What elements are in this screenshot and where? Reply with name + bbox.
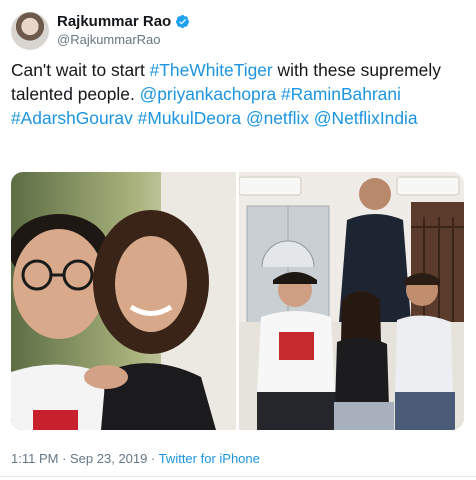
hashtag-link[interactable]: #MukulDeora [138,108,241,128]
hashtag-link[interactable]: #AdarshGourav [11,108,133,128]
mention-link[interactable]: @netflix [246,108,309,128]
tweet-date[interactable]: Sep 23, 2019 [70,451,147,466]
hashtag-link[interactable]: #RaminBahrani [281,84,401,104]
tweet-text: Can't wait to start #TheWhiteTiger with … [11,58,461,130]
author-row: Rajkummar Rao [57,13,190,30]
separator: · [58,451,71,466]
handle[interactable]: @RajkummarRao [57,32,161,47]
mention-link[interactable]: @priyankachopra [140,84,277,104]
verified-badge-icon [176,14,190,29]
tweet-photo-1[interactable] [11,172,236,430]
tweet-source-link[interactable]: Twitter for iPhone [159,451,260,466]
avatar[interactable] [11,12,49,50]
separator: · [147,451,159,466]
tweet-text-segment: Can't wait to start [11,60,150,80]
tweet-photo-2[interactable] [239,172,464,430]
divider [0,476,476,477]
mention-link[interactable]: @NetflixIndia [314,108,418,128]
tweet-time[interactable]: 1:11 PM [11,451,58,466]
group-photo-image [239,172,464,430]
hashtag-link[interactable]: #TheWhiteTiger [150,60,273,80]
tweet-meta: 1:11 PM · Sep 23, 2019 · Twitter for iPh… [11,451,260,466]
display-name[interactable]: Rajkummar Rao [57,13,171,30]
selfie-photo-image [11,172,236,430]
